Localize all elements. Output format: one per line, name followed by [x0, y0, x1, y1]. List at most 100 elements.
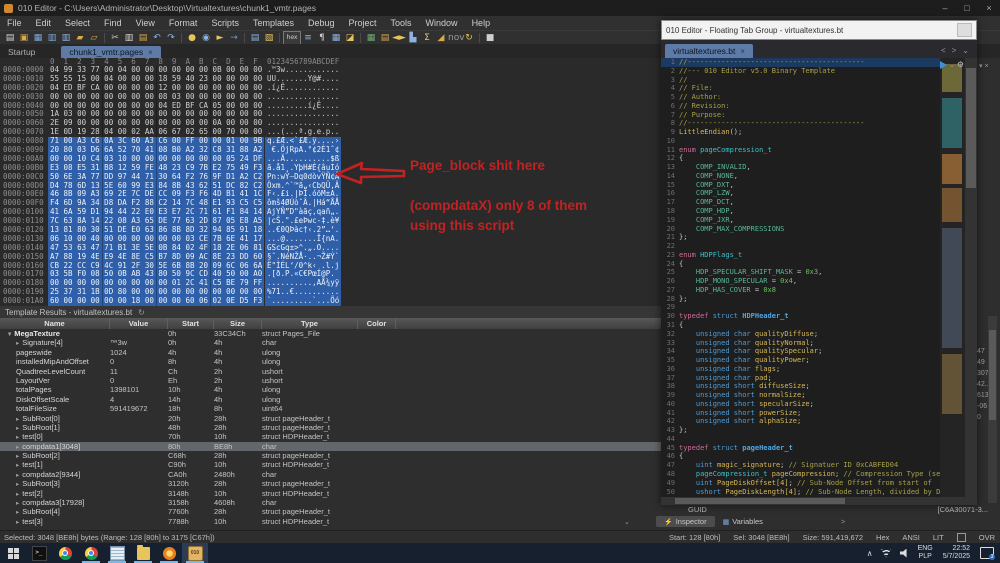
code-line[interactable]: 17 COMP_DCT, — [661, 198, 977, 207]
expander-icon[interactable]: ▸ — [16, 444, 19, 451]
status-field[interactable]: LIT — [933, 533, 944, 542]
code-line[interactable]: 21}; — [661, 233, 977, 242]
tab-chunk1-vmtr-pages[interactable]: chunk1_vmtr.pages × — [61, 46, 161, 58]
code-line[interactable]: 42 unsigned short alphaSize; — [661, 417, 977, 426]
expander-icon[interactable]: ▸ — [16, 340, 19, 347]
code-line[interactable]: 38 unsigned short diffuseSize; — [661, 382, 977, 391]
status-field[interactable]: Sel: 3048 [BE8h] — [733, 533, 789, 542]
floating-close-button[interactable] — [957, 23, 972, 37]
taskbar-010-editor[interactable]: 010 — [182, 543, 208, 563]
hex-mode-icon[interactable]: hex — [283, 30, 301, 45]
gear-icon[interactable]: ⚙ — [957, 60, 964, 69]
status-field[interactable]: Size: 591,419,672 — [803, 533, 863, 542]
code-line[interactable]: 20 COMP_MAX_COMPRESSIONS — [661, 225, 977, 234]
code-line[interactable]: 3 // — [661, 76, 977, 85]
code-line[interactable]: 48 pageCompression_t pageCompression; //… — [661, 470, 977, 479]
run-template-icon[interactable]: ▧ — [262, 32, 276, 44]
code-line[interactable]: 32 unsigned char qualityDiffuse; — [661, 330, 977, 339]
column-header-value[interactable]: Value — [110, 318, 168, 329]
code-line[interactable]: 31 { — [661, 321, 977, 330]
menu-debug[interactable]: Debug — [301, 18, 342, 28]
menu-view[interactable]: View — [129, 18, 162, 28]
nov-label-icon[interactable]: nov — [448, 32, 465, 44]
checksum-icon[interactable]: Σ — [420, 32, 434, 44]
code-line[interactable]: 37 unsigned char pad; — [661, 374, 977, 383]
menu-templates[interactable]: Templates — [246, 18, 301, 28]
pilcrow-icon[interactable]: ¶ — [315, 32, 329, 44]
tab-nav-icon[interactable]: < — [941, 46, 946, 55]
taskbar-winamp[interactable] — [156, 543, 182, 563]
taskbar-chrome-2[interactable] — [78, 543, 104, 563]
status-field[interactable]: Start: 128 [80h] — [669, 533, 720, 542]
column-header-color[interactable]: Color — [358, 318, 396, 329]
code-line[interactable]: 6 // Revision: — [661, 102, 977, 111]
open-file-icon[interactable]: ▣ — [17, 32, 31, 44]
code-line[interactable]: 44 — [661, 435, 977, 444]
network-icon[interactable] — [880, 548, 892, 558]
hex-editor[interactable]: 0 1 2 3 4 5 6 7 8 9 A B C D E F 01234567… — [0, 58, 663, 306]
copy-icon[interactable]: ▥ — [122, 32, 136, 44]
expander-icon[interactable]: ▾ — [8, 331, 11, 338]
expander-icon[interactable]: ▸ — [16, 472, 19, 479]
menu-file[interactable]: File — [0, 18, 29, 28]
menu-window[interactable]: Window — [419, 18, 465, 28]
tray-expand-icon[interactable]: ∧ — [867, 549, 873, 558]
code-line[interactable]: 19 COMP_JXR, — [661, 216, 977, 225]
taskbar-start[interactable] — [0, 543, 26, 563]
code-line[interactable]: 36 unsigned char flags; — [661, 365, 977, 374]
inspector-collapse-icon[interactable]: ⌄ — [624, 518, 630, 526]
code-line[interactable]: 50 ushort PageDiskLength[4]; // Sub-Node… — [661, 488, 977, 497]
code-minimap[interactable] — [940, 58, 965, 497]
menu-select[interactable]: Select — [58, 18, 97, 28]
code-line[interactable]: 39 unsigned short normalSize; — [661, 391, 977, 400]
taskbar-cmd[interactable]: >_ — [26, 543, 52, 563]
expander-icon[interactable]: ▸ — [16, 453, 19, 460]
find-icon[interactable]: ● — [185, 32, 199, 44]
swap-icon[interactable]: ◄► — [392, 32, 406, 44]
code-line[interactable]: 2 //--- 010 Editor v5.0 Binary Template — [661, 67, 977, 76]
stop-icon[interactable]: ■ — [483, 32, 497, 44]
code-line[interactable]: 8 //-------------------------------------… — [661, 119, 977, 128]
tab-startup[interactable]: Startup — [0, 46, 43, 58]
more-tabs-icon[interactable]: > — [841, 517, 845, 526]
code-hscrollbar[interactable] — [661, 497, 977, 505]
import-icon[interactable]: ▱ — [87, 32, 101, 44]
dock-controls[interactable]: ▾ × — [979, 62, 989, 70]
expander-icon[interactable]: ▸ — [16, 491, 19, 498]
new-file-icon[interactable]: ▤ — [3, 32, 17, 44]
tab-nav-icon[interactable]: > — [952, 46, 957, 55]
save-all-icon[interactable]: ▥ — [59, 32, 73, 44]
sync-icon[interactable]: ↻ — [462, 32, 476, 44]
cut-icon[interactable]: ✂ — [108, 32, 122, 44]
code-line[interactable]: 4 // File: — [661, 84, 977, 93]
code-line[interactable]: 26 HDP_MONO_SPECULAR = 0x4, — [661, 277, 977, 286]
code-line[interactable]: 11 enum pageCompression_t — [661, 146, 977, 155]
jump-icon[interactable]: → — [227, 32, 241, 44]
code-line[interactable]: 9 LittleEndian(); — [661, 128, 977, 137]
code-line[interactable]: 43}; — [661, 426, 977, 435]
column-header-start[interactable]: Start — [168, 318, 214, 329]
taskbar-clock[interactable]: 22:52 5/7/2025 — [943, 545, 970, 561]
code-line[interactable]: 25 HDP_SPECULAR_SHIFT_MASK = 0x3, — [661, 268, 977, 277]
histogram-icon[interactable]: ▙ — [406, 32, 420, 44]
hex-row[interactable]: 0000:01A0 60 00 00 00 00 00 18 00 00 00 6… — [0, 296, 663, 306]
expander-icon[interactable]: ▸ — [16, 519, 19, 526]
expander-icon[interactable]: ▸ — [16, 462, 19, 469]
code-line[interactable]: 41 unsigned short powerSize; — [661, 409, 977, 418]
run-template-icon[interactable] — [940, 60, 947, 69]
language-indicator[interactable]: ENG PLP — [918, 545, 933, 561]
code-vscrollbar[interactable] — [965, 58, 977, 497]
save-as-icon[interactable]: ▥ — [45, 32, 59, 44]
code-editor[interactable]: 1 //-------------------------------------… — [661, 58, 977, 497]
highlight-icon[interactable]: ◪ — [343, 32, 357, 44]
annotate-icon[interactable]: ◢ — [434, 32, 448, 44]
save-icon[interactable]: ▦ — [31, 32, 45, 44]
code-line[interactable]: 15 COMP_DXT, — [661, 181, 977, 190]
code-line[interactable]: 16 COMP_LZW, — [661, 189, 977, 198]
column-header-type[interactable]: Type — [262, 318, 358, 329]
run-script-icon[interactable]: ▤ — [248, 32, 262, 44]
paste-icon[interactable]: ▤ — [136, 32, 150, 44]
code-line[interactable]: 23 enum HDPFlags_t — [661, 251, 977, 260]
code-line[interactable]: 45 typedef struct pageHeader_t — [661, 444, 977, 453]
line-width-icon[interactable]: ≡ — [301, 32, 315, 44]
